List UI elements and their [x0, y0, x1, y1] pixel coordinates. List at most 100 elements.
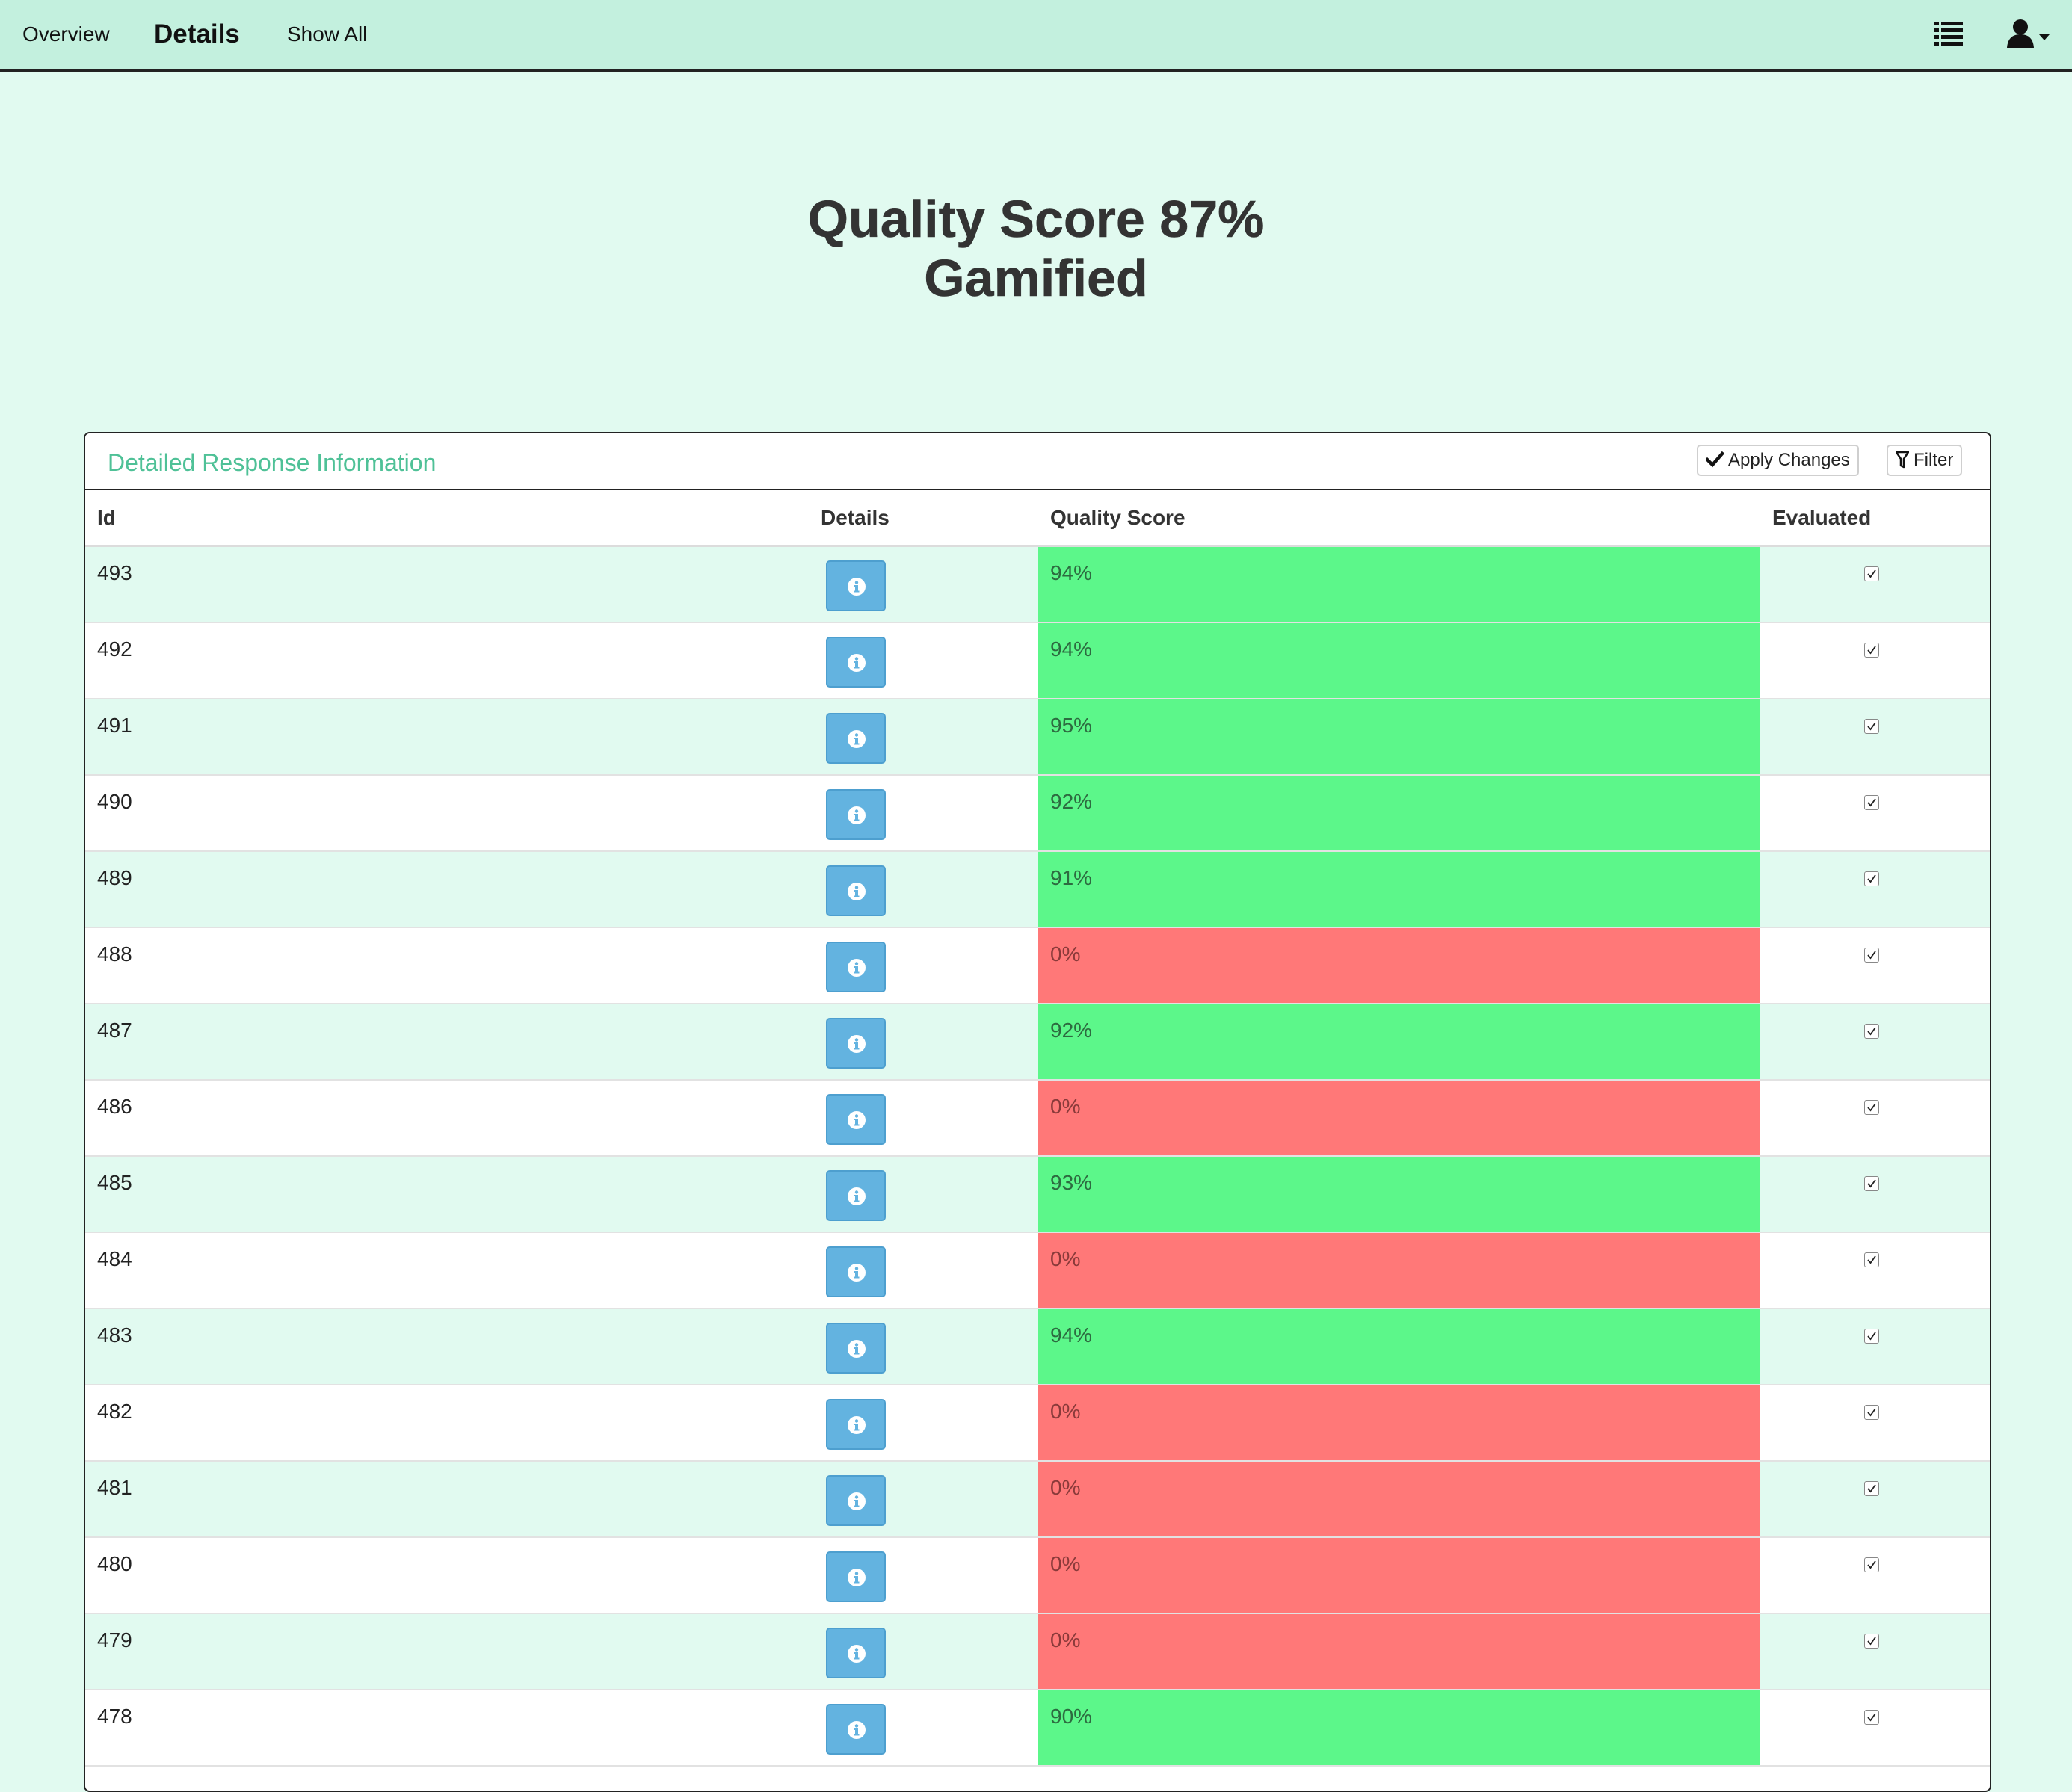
details-button[interactable] [826, 865, 886, 916]
panel-header: Detailed Response Information Apply Chan… [85, 433, 1990, 490]
checkmark-icon [1867, 1408, 1876, 1417]
row-id: 486 [97, 1095, 132, 1118]
evaluated-checkbox[interactable] [1864, 1481, 1879, 1496]
column-header-details[interactable]: Details [821, 505, 889, 531]
evaluated-checkbox[interactable] [1864, 1557, 1879, 1572]
details-button[interactable] [826, 1094, 886, 1145]
info-icon [848, 883, 866, 900]
quality-score-value: 94% [1050, 1323, 1093, 1347]
evaluated-checkbox[interactable] [1864, 1329, 1879, 1344]
quality-score-value: 0% [1050, 1552, 1081, 1575]
evaluated-checkbox[interactable] [1864, 566, 1879, 581]
column-header-quality-score[interactable]: Quality Score [1050, 505, 1185, 531]
row-id: 491 [97, 714, 132, 737]
detail-panel: Detailed Response Information Apply Chan… [84, 432, 1991, 1792]
quality-score-value: 94% [1050, 561, 1093, 584]
apply-changes-label: Apply Changes [1728, 450, 1850, 470]
checkmark-icon [1867, 1560, 1876, 1569]
evaluated-checkbox[interactable] [1864, 1252, 1879, 1267]
details-button[interactable] [826, 713, 886, 764]
evaluated-checkbox[interactable] [1864, 948, 1879, 963]
details-button[interactable] [826, 1018, 886, 1069]
evaluated-checkbox[interactable] [1864, 1024, 1879, 1039]
row-id: 480 [97, 1552, 132, 1575]
evaluated-checkbox[interactable] [1864, 1405, 1879, 1420]
details-button[interactable] [826, 1246, 886, 1297]
row-id: 492 [97, 637, 132, 661]
filter-label: Filter [1914, 450, 1954, 470]
filter-button[interactable]: Filter [1887, 445, 1963, 476]
quality-score-value: 91% [1050, 866, 1093, 889]
details-button[interactable] [826, 1323, 886, 1374]
page-subtitle: Gamified [924, 249, 1148, 308]
quality-score-cell: 94% [1038, 1309, 1760, 1384]
evaluated-checkbox[interactable] [1864, 719, 1879, 734]
quality-score-cell: 91% [1038, 852, 1760, 927]
row-id: 484 [97, 1247, 132, 1270]
details-button[interactable] [826, 789, 886, 840]
quality-score-value: 0% [1050, 1095, 1081, 1118]
checkmark-icon [1867, 1637, 1876, 1646]
row-id: 490 [97, 790, 132, 813]
checkmark-icon [1867, 722, 1876, 731]
evaluated-checkbox[interactable] [1864, 795, 1879, 810]
details-button[interactable] [826, 1170, 886, 1221]
quality-score-value: 0% [1050, 942, 1081, 965]
details-button[interactable] [826, 1704, 886, 1755]
quality-score-cell: 92% [1038, 1004, 1760, 1079]
quality-score-cell: 94% [1038, 623, 1760, 698]
checkmark-icon [1867, 1255, 1876, 1264]
nav-link-overview[interactable]: Overview [22, 21, 110, 48]
row-id: 482 [97, 1400, 132, 1423]
row-id: 478 [97, 1705, 132, 1728]
details-button[interactable] [826, 1399, 886, 1450]
table-row: 493 94% [85, 547, 1990, 623]
evaluated-checkbox[interactable] [1864, 1176, 1879, 1191]
evaluated-checkbox[interactable] [1864, 871, 1879, 886]
row-id: 489 [97, 866, 132, 889]
evaluated-checkbox[interactable] [1864, 1100, 1879, 1115]
filter-icon [1895, 451, 1910, 468]
details-button[interactable] [826, 637, 886, 688]
details-button[interactable] [826, 1628, 886, 1678]
top-navbar: Overview Details Show All [0, 0, 2072, 72]
evaluated-checkbox[interactable] [1864, 1710, 1879, 1725]
checkmark-icon [1867, 1713, 1876, 1722]
quality-score-value: 95% [1050, 714, 1093, 737]
info-icon [848, 1264, 866, 1282]
quality-score-cell: 0% [1038, 1614, 1760, 1689]
checkmark-icon [1867, 1103, 1876, 1112]
evaluated-checkbox[interactable] [1864, 1634, 1879, 1649]
row-id: 485 [97, 1171, 132, 1194]
checkmark-icon [1867, 646, 1876, 655]
quality-score-cell: 0% [1038, 1538, 1760, 1613]
info-icon [848, 1569, 866, 1586]
column-header-id[interactable]: Id [97, 505, 116, 531]
details-button[interactable] [826, 1551, 886, 1602]
quality-score-cell: 90% [1038, 1690, 1760, 1765]
quality-score-cell: 0% [1038, 1081, 1760, 1155]
evaluated-checkbox[interactable] [1864, 643, 1879, 658]
quality-score-cell: 95% [1038, 699, 1760, 774]
table-header: Id Details Quality Score Evaluated [85, 490, 1990, 547]
checkmark-icon [1704, 451, 1725, 467]
user-icon[interactable] [2006, 18, 2053, 51]
list-icon[interactable] [1934, 19, 1963, 52]
quality-score-cell: 0% [1038, 1462, 1760, 1536]
info-icon [848, 730, 866, 748]
checkmark-icon [1867, 1179, 1876, 1188]
nav-link-details[interactable]: Details [154, 19, 240, 50]
nav-link-show-all[interactable]: Show All [287, 21, 367, 48]
table-row: 490 92% [85, 776, 1990, 852]
details-button[interactable] [826, 560, 886, 611]
table-row: 481 0% [85, 1462, 1990, 1538]
info-icon [848, 1340, 866, 1358]
apply-changes-button[interactable]: Apply Changes [1697, 445, 1859, 476]
details-button[interactable] [826, 1475, 886, 1526]
info-icon [848, 959, 866, 977]
column-header-evaluated[interactable]: Evaluated [1772, 505, 1871, 531]
details-button[interactable] [826, 942, 886, 992]
row-id: 483 [97, 1323, 132, 1347]
table-row: 479 0% [85, 1614, 1990, 1690]
table-row: 480 0% [85, 1538, 1990, 1614]
